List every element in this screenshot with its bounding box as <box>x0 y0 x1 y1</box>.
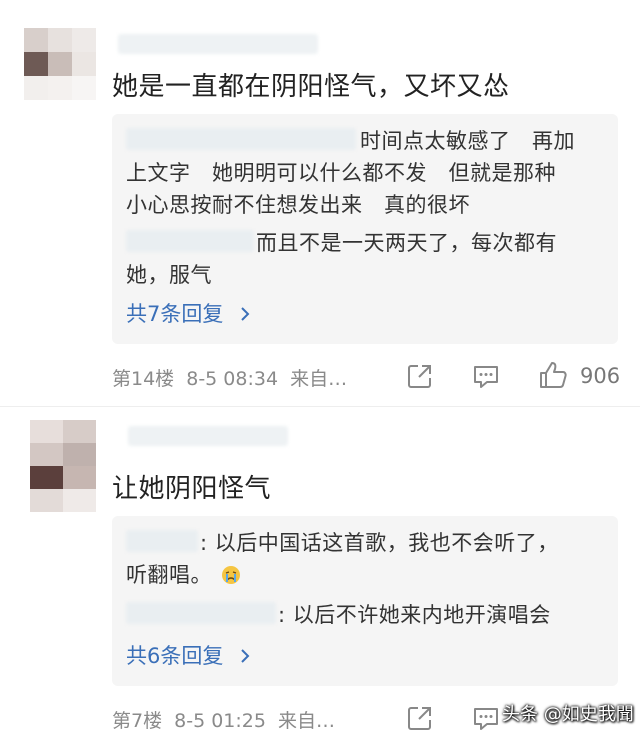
reply-box: 时间点太敏感了 再加 上文字 她明明可以什么都不发 但就是那种 小心思按耐不住想… <box>112 114 618 344</box>
reply-text: 时间点太敏感了 再加 <box>360 129 575 153</box>
reply-text: 听翻唱。 <box>126 560 241 593</box>
reply-text: : 以后不许她来内地开演唱会 <box>278 603 551 627</box>
floor-label: 第14楼 <box>112 368 175 390</box>
reply-text: 她，服气 <box>126 263 212 287</box>
floor-label: 第7楼 <box>112 710 163 732</box>
share-icon[interactable] <box>406 362 434 394</box>
crying-emoji-icon <box>221 563 241 593</box>
username-blurred[interactable] <box>118 34 318 54</box>
more-replies-link[interactable]: 共7条回复 <box>126 298 250 328</box>
timestamp: 8-5 08:34 <box>186 368 279 390</box>
more-replies-label: 共6条回复 <box>126 644 224 668</box>
source-label: 来自… <box>290 368 348 390</box>
comment-icon[interactable] <box>472 362 500 394</box>
comment-meta: 第7楼 8-5 01:25 来自… <box>112 706 335 733</box>
comment-text: 她是一直都在阴阳怪气，又坏又怂 <box>112 72 510 102</box>
watermark-text: 头条 @如史我聞 <box>502 704 634 725</box>
reply-box: : 以后中国话这首歌，我也不会听了， 听翻唱。 : 以后不许她来内地开演唱会 共… <box>112 516 618 686</box>
more-replies-link[interactable]: 共6条回复 <box>126 640 250 670</box>
source-label: 来自… <box>278 710 336 732</box>
like-count: 906 <box>580 364 621 388</box>
reply-text: : 以后中国话这首歌，我也不会听了， <box>200 531 559 555</box>
reply-username-blurred[interactable] <box>126 530 198 552</box>
username-blurred[interactable] <box>128 426 288 446</box>
comment-icon[interactable] <box>472 704 500 736</box>
like-icon[interactable] <box>538 360 568 394</box>
reply-username-blurred[interactable] <box>126 128 356 150</box>
reply-text: 小心思按耐不住想发出来 真的很坏 <box>126 193 470 217</box>
watermark: 头条 @如史我聞 <box>502 700 634 726</box>
divider <box>0 406 640 407</box>
chevron-right-icon <box>240 302 250 326</box>
reply-username-blurred[interactable] <box>126 602 276 624</box>
more-replies-label: 共7条回复 <box>126 302 224 326</box>
reply-text: 而且不是一天两天了，每次都有 <box>256 231 557 255</box>
reply-text-content: 听翻唱。 <box>126 563 212 587</box>
chevron-right-icon <box>240 644 250 668</box>
share-icon[interactable] <box>406 704 434 736</box>
avatar[interactable] <box>24 28 96 100</box>
comment-text: 让她阴阳怪气 <box>112 474 272 504</box>
timestamp: 8-5 01:25 <box>174 710 266 732</box>
comment-meta: 第14楼 8-5 08:34 来自… <box>112 364 347 391</box>
reply-username-blurred[interactable] <box>126 230 254 252</box>
reply-text: 上文字 她明明可以什么都不发 但就是那种 <box>126 161 556 185</box>
avatar[interactable] <box>30 420 96 512</box>
